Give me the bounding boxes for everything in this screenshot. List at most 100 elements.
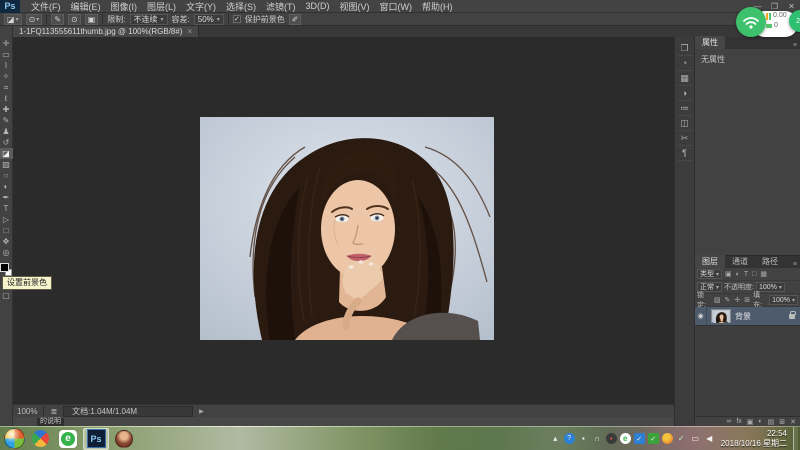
lock-position-icon[interactable]: ✛ bbox=[733, 296, 741, 304]
document-close-icon[interactable]: × bbox=[187, 27, 192, 36]
show-desktop-button[interactable] bbox=[793, 426, 798, 450]
eyedropper-tool[interactable]: ℓ bbox=[0, 93, 13, 104]
filter-smartobject-icon[interactable]: ▦ bbox=[759, 270, 768, 278]
menu-select[interactable]: 选择(S) bbox=[221, 0, 261, 13]
layer-group-icon[interactable]: ▤ bbox=[768, 418, 775, 426]
actions-panel-button[interactable]: ✂ bbox=[676, 131, 693, 146]
menu-layer[interactable]: 图层(L) bbox=[142, 0, 181, 13]
screen-mode-button[interactable]: ▢ bbox=[0, 290, 13, 301]
help-tray-icon[interactable]: ? bbox=[563, 433, 575, 444]
info-panel-button[interactable]: ◫ bbox=[676, 116, 693, 131]
taskbar-browser[interactable]: e bbox=[55, 428, 81, 450]
filter-type-icon[interactable]: T bbox=[743, 271, 749, 278]
menu-3d[interactable]: 3D(D) bbox=[301, 1, 335, 11]
taskbar-360-safety[interactable] bbox=[27, 428, 53, 450]
styles-panel-button[interactable]: ≔ bbox=[676, 101, 693, 116]
menu-file[interactable]: 文件(F) bbox=[26, 0, 66, 13]
taskbar-photoshop[interactable]: Ps bbox=[83, 427, 109, 450]
sampling-swatch-button[interactable]: ▣ bbox=[84, 13, 99, 25]
status-options-arrow-icon[interactable]: ▶ bbox=[199, 408, 204, 415]
lock-all-icon[interactable]: ⊞ bbox=[743, 296, 751, 304]
show-hidden-icons-button[interactable]: ▴ bbox=[550, 433, 561, 444]
lock-transparency-icon[interactable]: ▨ bbox=[713, 296, 722, 304]
layer-style-icon[interactable]: fx bbox=[736, 418, 741, 425]
history-panel-button[interactable]: ❐ bbox=[676, 41, 693, 56]
hand-tool[interactable]: ✥ bbox=[0, 236, 13, 247]
filter-shape-icon[interactable]: □ bbox=[751, 271, 757, 278]
sampling-once-button[interactable]: ⊙ bbox=[68, 13, 81, 25]
menu-window[interactable]: 窗口(W) bbox=[375, 0, 418, 13]
taskbar-clock[interactable]: 22:54 2018/10/16 星期二 bbox=[721, 429, 787, 449]
layer-thumbnail[interactable] bbox=[711, 309, 731, 324]
shape-tool[interactable]: □ bbox=[0, 225, 13, 236]
lock-pixels-icon[interactable]: ✎ bbox=[724, 296, 732, 304]
tab-paths[interactable]: 路径 bbox=[755, 255, 785, 268]
menu-edit[interactable]: 编辑(E) bbox=[66, 0, 106, 13]
canvas[interactable] bbox=[13, 37, 674, 404]
tab-channels[interactable]: 通道 bbox=[725, 255, 755, 268]
move-tool[interactable]: ✛ bbox=[0, 38, 13, 49]
paragraph-panel-button[interactable]: ¶ bbox=[676, 146, 693, 161]
taskbar-media-app[interactable] bbox=[111, 428, 137, 450]
background-eraser-tool[interactable]: ◪ bbox=[0, 148, 13, 159]
filter-pixel-icon[interactable]: ▣ bbox=[724, 270, 733, 278]
zoom-tool[interactable]: ◎ bbox=[0, 247, 13, 258]
clone-stamp-tool[interactable]: ♟ bbox=[0, 126, 13, 137]
adjustment-layer-icon[interactable]: ◐ bbox=[758, 418, 762, 425]
type-tool[interactable]: T bbox=[0, 203, 13, 214]
brush-tool[interactable]: ✎ bbox=[0, 115, 13, 126]
filter-type-select[interactable]: 类型 ▾ bbox=[697, 269, 723, 279]
menu-filter[interactable]: 滤镜(T) bbox=[261, 0, 301, 13]
delete-layer-icon[interactable]: ✕ bbox=[790, 418, 796, 426]
tool-preset-picker[interactable]: ◪ ▾ bbox=[4, 13, 22, 25]
input-method-tray-icon[interactable]: ▪ bbox=[578, 433, 589, 444]
document-tab[interactable]: 1-1FQ113555611thumb.jpg @ 100%(RGB/8#) × bbox=[13, 26, 200, 37]
swatches-panel-button[interactable]: ▦ bbox=[676, 71, 693, 86]
wifi-tray-icon[interactable]: ∩ bbox=[592, 433, 603, 444]
sampling-continuous-button[interactable]: ✎ bbox=[51, 13, 64, 25]
fill-select[interactable]: 100% ▾ bbox=[769, 295, 798, 305]
guard-shield-tray-icon[interactable]: ✓ bbox=[647, 433, 659, 444]
update-check-tray-icon[interactable]: ✓ bbox=[676, 433, 687, 444]
gradient-tool[interactable]: ▨ bbox=[0, 159, 13, 170]
menu-image[interactable]: 图像(I) bbox=[106, 0, 143, 13]
layer-visibility-toggle[interactable]: ◉ bbox=[695, 307, 707, 325]
security-shield-tray-icon[interactable]: ✓ bbox=[633, 433, 645, 444]
menu-type[interactable]: 文字(Y) bbox=[181, 0, 221, 13]
browser-tray-icon[interactable]: e bbox=[619, 433, 631, 444]
recorder-tray-icon[interactable]: ● bbox=[605, 433, 617, 444]
clone-source-panel-button[interactable]: ◔ bbox=[676, 56, 693, 71]
zoom-level-field[interactable]: 100% bbox=[17, 407, 37, 416]
limits-select[interactable]: 不连续 ▾ bbox=[129, 13, 168, 25]
crop-tool[interactable]: ⌗ bbox=[0, 82, 13, 93]
menu-help[interactable]: 帮助(H) bbox=[417, 0, 458, 13]
open-image[interactable] bbox=[200, 117, 494, 340]
pen-pressure-button[interactable]: ✐ bbox=[288, 13, 302, 25]
wifi-ball-button[interactable] bbox=[736, 7, 766, 37]
dodge-tool[interactable]: ◐ bbox=[0, 181, 13, 192]
healing-brush-tool[interactable]: ✚ bbox=[0, 104, 13, 115]
brush-preset-picker[interactable]: ⊙ ▾ bbox=[25, 13, 43, 25]
layer-name[interactable]: 背景 bbox=[735, 311, 789, 322]
layer-row-background[interactable]: ◉ 背景 bbox=[695, 307, 800, 326]
adjustments-panel-button[interactable]: ◑ bbox=[676, 86, 693, 101]
antivirus-tray-icon[interactable] bbox=[661, 433, 673, 444]
lasso-tool[interactable]: ⌇ bbox=[0, 60, 13, 71]
tolerance-select[interactable]: 50% ▾ bbox=[193, 13, 224, 25]
history-brush-tool[interactable]: ↺ bbox=[0, 137, 13, 148]
quick-selection-tool[interactable]: ✧ bbox=[0, 71, 13, 82]
tab-properties[interactable]: 属性 bbox=[695, 36, 725, 49]
pen-tool[interactable]: ✒ bbox=[0, 192, 13, 203]
foreground-color-swatch[interactable] bbox=[0, 263, 9, 272]
menu-view[interactable]: 视图(V) bbox=[335, 0, 375, 13]
tab-layers[interactable]: 图层 bbox=[695, 255, 725, 268]
layer-mask-icon[interactable]: ▣ bbox=[747, 418, 754, 426]
blur-tool[interactable]: ○ bbox=[0, 170, 13, 181]
volume-tray-icon[interactable]: ◀ bbox=[704, 433, 715, 444]
marquee-tool[interactable]: ▭ bbox=[0, 49, 13, 60]
start-button[interactable] bbox=[4, 428, 25, 449]
panel-menu-icon[interactable]: ≡ bbox=[793, 42, 800, 49]
protect-foreground-checkbox[interactable]: ✓ bbox=[232, 15, 241, 23]
path-selection-tool[interactable]: ▷ bbox=[0, 214, 13, 225]
new-layer-icon[interactable]: ⊞ bbox=[779, 418, 785, 426]
